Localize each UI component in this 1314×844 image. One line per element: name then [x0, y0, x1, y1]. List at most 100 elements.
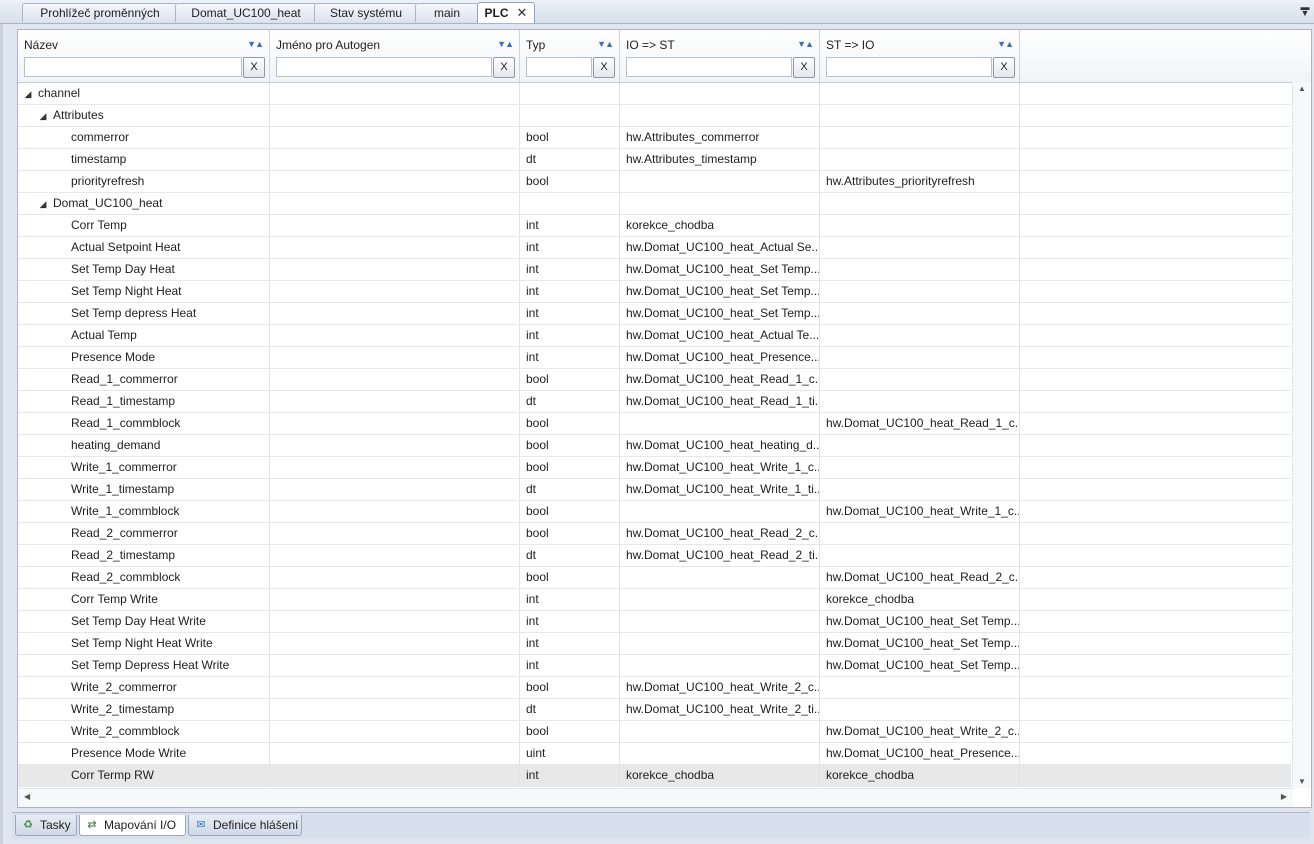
cell-name[interactable]: Set Temp depress Heat — [18, 303, 270, 324]
table-row[interactable]: Read_2_commerror bool hw.Domat_UC100_heat_… — [18, 523, 1291, 545]
table-row[interactable]: Actual Temp int hw.Domat_UC100_heat_Actual… — [18, 325, 1291, 347]
cell-autogen[interactable] — [270, 391, 520, 412]
cell-name[interactable]: Presence Mode Write — [18, 743, 270, 764]
cell-autogen[interactable] — [270, 171, 520, 192]
cell-st-io[interactable]: hw.Domat_UC100_heat_Write_1_c... — [820, 501, 1020, 522]
cell-io-st[interactable]: hw.Attributes_timestamp — [620, 149, 820, 170]
column-header-st-io[interactable]: ST => IO ▼▲ X — [820, 30, 1020, 82]
table-row[interactable]: Corr Temp int korekce_chodba — [18, 215, 1291, 237]
scroll-down-icon[interactable]: ▼ — [1293, 777, 1311, 786]
cell-st-io[interactable] — [820, 391, 1020, 412]
cell-name[interactable]: Actual Setpoint Heat — [18, 237, 270, 258]
cell-name[interactable]: heating_demand — [18, 435, 270, 456]
cell-io-st[interactable]: korekce_chodba — [620, 765, 820, 786]
scroll-left-icon[interactable]: ◀ — [24, 792, 30, 801]
column-header-name[interactable]: Název ▼▲ X — [18, 30, 270, 82]
horizontal-scrollbar[interactable]: ◀ ▶ — [18, 788, 1293, 807]
cell-type[interactable]: bool — [520, 677, 620, 698]
table-row[interactable]: timestamp dt hw.Attributes_timestamp — [18, 149, 1291, 171]
cell-st-io[interactable] — [820, 259, 1020, 280]
tab-plc[interactable]: PLC ✕ — [477, 2, 535, 23]
table-row[interactable]: Write_2_commblock bool hw.Domat_UC100_heat… — [18, 721, 1291, 743]
cell-st-io[interactable]: korekce_chodba — [820, 589, 1020, 610]
cell-type[interactable]: dt — [520, 149, 620, 170]
cell-st-io[interactable] — [820, 303, 1020, 324]
column-header-autogen[interactable]: Jméno pro Autogen ▼▲ X — [270, 30, 520, 82]
cell-name[interactable]: Write_1_commblock — [18, 501, 270, 522]
table-row[interactable]: Set Temp Depress Heat Write int hw.Domat_U… — [18, 655, 1291, 677]
cell-io-st[interactable]: hw.Attributes_commerror — [620, 127, 820, 148]
cell-type[interactable]: int — [520, 589, 620, 610]
cell-io-st[interactable]: hw.Domat_UC100_heat_Write_1_c... — [620, 457, 820, 478]
cell-autogen[interactable] — [270, 413, 520, 434]
cell-io-st[interactable] — [620, 611, 820, 632]
cell-type[interactable] — [520, 193, 620, 214]
tab-main[interactable]: main — [415, 3, 479, 22]
table-row[interactable]: Corr Temp Write int korekce_chodba — [18, 589, 1291, 611]
cell-name[interactable]: Corr Temp — [18, 215, 270, 236]
cell-name[interactable]: Read_2_commblock — [18, 567, 270, 588]
cell-autogen[interactable] — [270, 303, 520, 324]
cell-type[interactable]: bool — [520, 523, 620, 544]
cell-type[interactable]: int — [520, 281, 620, 302]
cell-autogen[interactable] — [270, 479, 520, 500]
cell-io-st[interactable] — [620, 655, 820, 676]
cell-type[interactable]: int — [520, 655, 620, 676]
cell-type[interactable]: bool — [520, 171, 620, 192]
cell-st-io[interactable] — [820, 83, 1020, 104]
table-row[interactable]: Read_1_commerror bool hw.Domat_UC100_heat_… — [18, 369, 1291, 391]
cell-autogen[interactable] — [270, 699, 520, 720]
cell-st-io[interactable]: korekce_chodba — [820, 765, 1020, 786]
sort-icon[interactable]: ▼▲ — [247, 39, 264, 49]
table-row[interactable]: Presence Mode int hw.Domat_UC100_heat_Pres… — [18, 347, 1291, 369]
cell-io-st[interactable]: hw.Domat_UC100_heat_Read_2_ti... — [620, 545, 820, 566]
cell-name[interactable]: Read_2_timestamp — [18, 545, 270, 566]
cell-name[interactable]: Read_2_commerror — [18, 523, 270, 544]
cell-name[interactable]: Write_1_commerror — [18, 457, 270, 478]
clear-filter-button[interactable]: X — [793, 57, 815, 78]
cell-name[interactable]: Set Temp Night Heat — [18, 281, 270, 302]
cell-io-st[interactable] — [620, 567, 820, 588]
cell-autogen[interactable] — [270, 589, 520, 610]
table-row[interactable]: Presence Mode Write uint hw.Domat_UC100_he… — [18, 743, 1291, 765]
table-row[interactable]: Write_1_timestamp dt hw.Domat_UC100_heat_W… — [18, 479, 1291, 501]
cell-io-st[interactable] — [620, 193, 820, 214]
cell-st-io[interactable]: hw.Domat_UC100_heat_Set Temp... — [820, 611, 1020, 632]
cell-name[interactable]: Write_2_commerror — [18, 677, 270, 698]
cell-st-io[interactable]: hw.Domat_UC100_heat_Set Temp... — [820, 655, 1020, 676]
table-row[interactable]: Write_2_timestamp dt hw.Domat_UC100_heat_W… — [18, 699, 1291, 721]
cell-type[interactable]: bool — [520, 435, 620, 456]
cell-io-st[interactable] — [620, 83, 820, 104]
clear-filter-button[interactable]: X — [243, 57, 265, 78]
cell-st-io[interactable] — [820, 105, 1020, 126]
cell-st-io[interactable]: hw.Domat_UC100_heat_Read_2_c... — [820, 567, 1020, 588]
cell-type[interactable] — [520, 105, 620, 126]
cell-autogen[interactable] — [270, 347, 520, 368]
cell-type[interactable]: int — [520, 259, 620, 280]
cell-autogen[interactable] — [270, 457, 520, 478]
cell-io-st[interactable]: hw.Domat_UC100_heat_heating_d... — [620, 435, 820, 456]
cell-autogen[interactable] — [270, 215, 520, 236]
cell-autogen[interactable] — [270, 237, 520, 258]
cell-name[interactable]: ◢ Domat_UC100_heat — [18, 193, 270, 214]
cell-autogen[interactable] — [270, 765, 520, 786]
scroll-up-icon[interactable]: ▲ — [1293, 84, 1311, 93]
cell-st-io[interactable]: hw.Domat_UC100_heat_Read_1_c... — [820, 413, 1020, 434]
table-row[interactable]: Actual Setpoint Heat int hw.Domat_UC100_he… — [18, 237, 1291, 259]
cell-type[interactable]: int — [520, 325, 620, 346]
cell-st-io[interactable] — [820, 479, 1020, 500]
cell-name[interactable]: Write_2_commblock — [18, 721, 270, 742]
cell-autogen[interactable] — [270, 435, 520, 456]
cell-st-io[interactable] — [820, 237, 1020, 258]
cell-io-st[interactable] — [620, 171, 820, 192]
column-header-type[interactable]: Typ ▼▲ X — [520, 30, 620, 82]
table-row[interactable]: ◢ channel — [18, 83, 1291, 105]
cell-io-st[interactable]: hw.Domat_UC100_heat_Set Temp... — [620, 259, 820, 280]
cell-type[interactable]: dt — [520, 479, 620, 500]
cell-name[interactable]: Set Temp Day Heat — [18, 259, 270, 280]
table-row[interactable]: Set Temp Day Heat Write int hw.Domat_UC100… — [18, 611, 1291, 633]
cell-st-io[interactable] — [820, 699, 1020, 720]
cell-autogen[interactable] — [270, 105, 520, 126]
cell-name[interactable]: priorityrefresh — [18, 171, 270, 192]
cell-name[interactable]: Write_2_timestamp — [18, 699, 270, 720]
